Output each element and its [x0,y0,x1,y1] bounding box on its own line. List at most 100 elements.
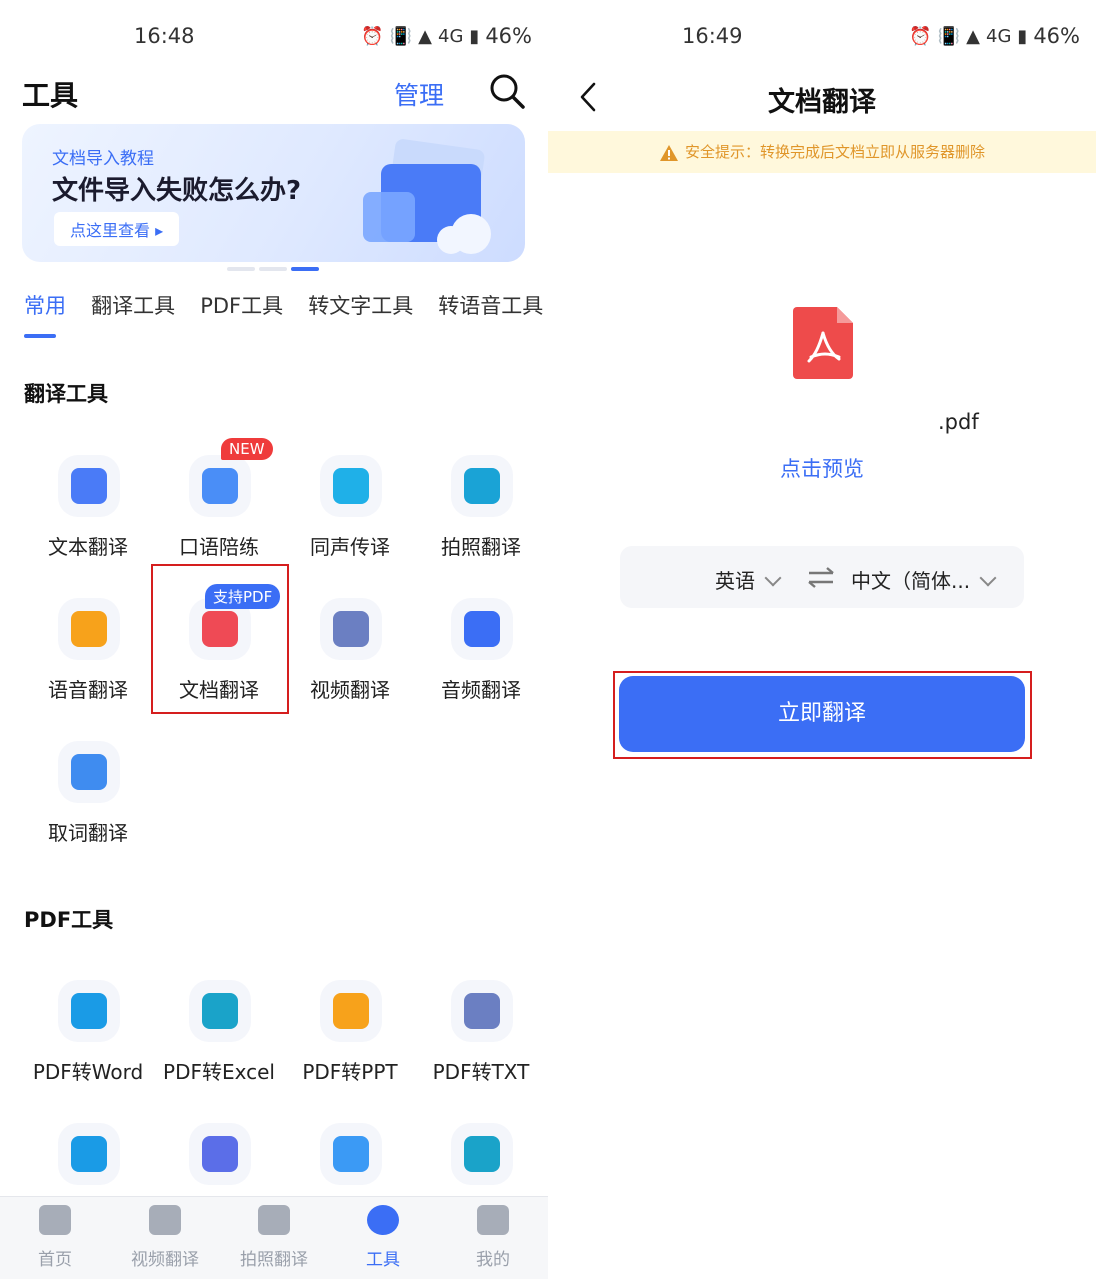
tool-icon-container [189,980,251,1042]
signal-icon: ▲ [966,25,980,47]
nav-item[interactable]: 视频翻译 [110,1205,220,1270]
tool-label: 视频翻译 [310,678,390,702]
tool-item[interactable]: PDF转PPT [284,980,416,1110]
document-translate-screen: 16:49 ⏰ 📳 ▲ 4G ▮ 46% 文档翻译 安全提示：转换完成后文档立即… [548,0,1096,1279]
tool-icon-container [320,1123,382,1185]
folder-illustration-icon [363,139,491,254]
tool-icon-container [451,598,513,660]
status-bar: 16:48 ⏰ 📳 ▲ 4G ▮ 46% [0,18,548,58]
tools-screen: 16:48 ⏰ 📳 ▲ 4G ▮ 46% 工具 管理 文档导入教程 文件导入失败… [0,0,548,1279]
tool-label: PDF转PPT [302,1060,398,1084]
tool-item[interactable]: 文本翻译 [22,455,154,585]
source-language-dropdown[interactable]: 英语 [715,565,782,594]
network-label: 4G [438,25,464,47]
page-title: 文档翻译 [768,87,876,118]
nav-label: 我的 [476,1250,510,1270]
tool-icon-container [58,980,120,1042]
tool-icon-container [58,598,120,660]
tool-item[interactable]: 视频翻译 [284,598,416,728]
bottom-navigation: 首页 视频翻译 拍照翻译 工具 我的 [0,1196,548,1279]
network-label: 4G [986,25,1012,47]
tool-icon-container [58,1123,120,1185]
tool-icon-container [451,1123,513,1185]
preview-link[interactable]: 点击预览 [548,453,1096,483]
translate-now-button[interactable]: 立即翻译 [619,676,1025,752]
section-title-translate: 翻译工具 [24,382,108,406]
pagination-dot-active [291,267,319,271]
language-selector: 英语 中文（简体... [620,546,1024,608]
status-icons: ⏰ 📳 ▲ 4G ▮ 46% [361,24,532,48]
profile-icon [477,1205,509,1235]
search-icon[interactable] [488,72,526,110]
tool-item[interactable]: 拍照翻译 [415,455,547,585]
photo-translate-icon [464,468,500,504]
section-title-pdf: PDF工具 [24,908,114,932]
tab-translate-tools[interactable]: 翻译工具 [91,290,175,320]
speaking-practice-icon [202,468,238,504]
tool-item[interactable]: PDF转TXT [415,980,547,1110]
battery-level: 46% [485,24,532,48]
manage-button[interactable]: 管理 [394,76,444,112]
status-time: 16:48 [134,24,195,48]
tutorial-banner[interactable]: 文档导入教程 文件导入失败怎么办? 点这里查看 ▸ [22,124,525,262]
battery-icon: ▮ [469,25,480,47]
tool-item[interactable]: 取词翻译 [22,741,154,871]
tool-icon-container [189,1123,251,1185]
battery-icon: ▮ [1017,25,1028,47]
battery-level: 46% [1033,24,1080,48]
swap-languages-icon[interactable] [806,566,836,588]
notice-text: 安全提示：转换完成后文档立即从服务器删除 [684,143,985,161]
tab-pdf-tools[interactable]: PDF工具 [200,290,283,320]
tool-icon-container [58,455,120,517]
tool-item[interactable]: PDF转Excel [153,980,285,1110]
tool-label: 取词翻译 [48,821,128,845]
nav-item[interactable]: 工具 [328,1205,438,1270]
alarm-icon: ⏰ [909,25,932,47]
tool-label: 同声传译 [310,535,390,559]
alarm-icon: ⏰ [361,25,384,47]
status-icons: ⏰ 📳 ▲ 4G ▮ 46% [909,24,1080,48]
pdf-to-ppt-icon [333,993,369,1029]
file-name: .pdf [938,410,979,434]
tool-icon-container [189,455,251,517]
highlight-document-translate [151,564,289,714]
banner-subtitle: 文档导入教程 [52,149,154,169]
tools-icon [367,1205,399,1235]
html-to-pdf-icon [71,1136,107,1172]
pdf-file-icon [793,307,853,379]
banner-cta[interactable]: 点这里查看 ▸ [54,212,180,246]
voice-translate-icon [71,611,107,647]
category-tabs: 常用 翻译工具 PDF工具 转文字工具 转语音工具 [24,290,548,338]
home-icon [39,1205,71,1235]
page-header: 文档翻译 [548,72,1096,122]
tool-icon-container [320,598,382,660]
tab-to-text-tools[interactable]: 转文字工具 [308,290,413,320]
pagination-dot [259,267,287,271]
vibrate-icon: 📳 [937,25,961,47]
tool-label: 拍照翻译 [441,535,521,559]
tool-item[interactable]: 同声传译 [284,455,416,585]
tool-item[interactable]: PDF转Word [22,980,154,1110]
tab-common[interactable]: 常用 [24,290,66,338]
audio-translate-icon [464,611,500,647]
banner-pagination [227,267,319,271]
tool-item[interactable]: 语音翻译 [22,598,154,728]
tool-icon-container [320,455,382,517]
banner-headline: 文件导入失败怎么办? [52,176,302,206]
vibrate-icon: 📳 [389,25,413,47]
video-translate-icon [333,611,369,647]
nav-item[interactable]: 拍照翻译 [219,1205,329,1270]
merge-pdf-icon [333,1136,369,1172]
tab-to-speech-tools[interactable]: 转语音工具 [438,290,543,320]
page-header: 工具 管理 [22,70,526,116]
target-language-dropdown[interactable]: 中文（简体... [851,565,997,594]
new-badge: NEW [221,438,273,460]
nav-item[interactable]: 首页 [0,1205,110,1270]
tool-icon-container [451,455,513,517]
pagination-dot [227,267,255,271]
nav-item[interactable]: 我的 [438,1205,548,1270]
tool-label: 文本翻译 [48,535,128,559]
video-icon [149,1205,181,1235]
nav-label: 工具 [366,1250,400,1270]
tool-item[interactable]: 音频翻译 [415,598,547,728]
